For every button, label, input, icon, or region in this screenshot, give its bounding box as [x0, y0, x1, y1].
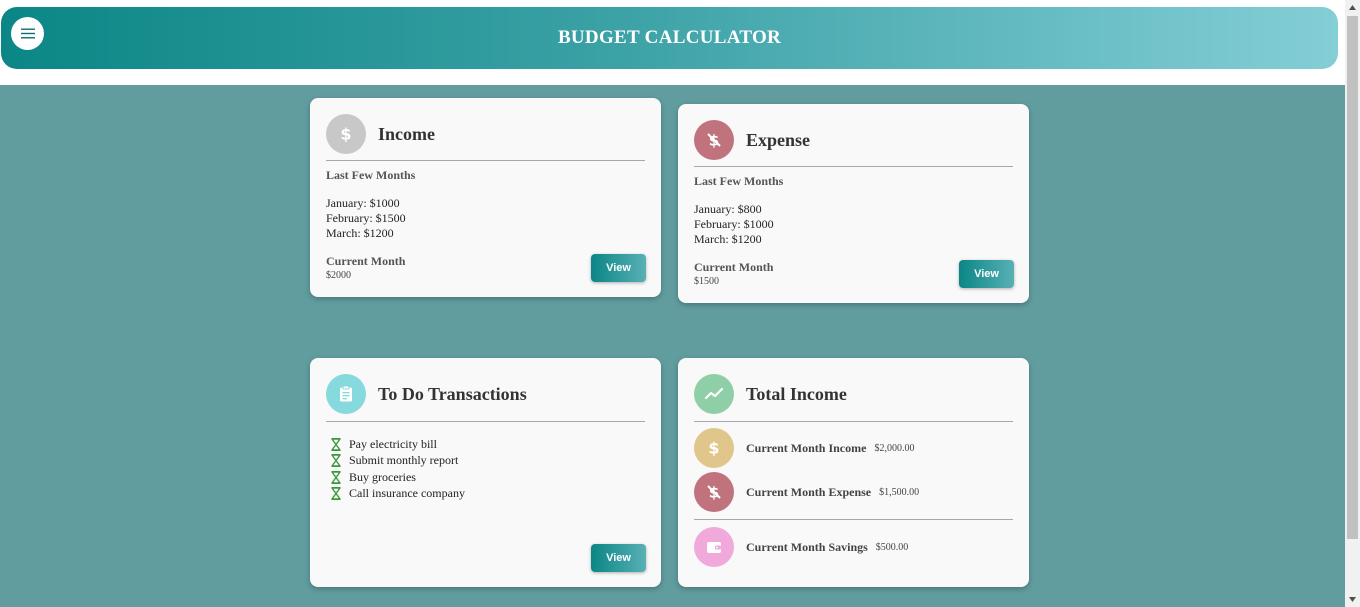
summary-value: $2,000.00 — [874, 442, 915, 454]
expense-current-value: $1500 — [694, 276, 719, 287]
todo-card-title: To Do Transactions — [378, 383, 527, 404]
summary-value: $500.00 — [875, 541, 909, 553]
hourglass-icon — [330, 437, 342, 451]
list-item: Submit monthly report — [330, 453, 465, 470]
income-current-label: Current Month — [326, 254, 406, 268]
scrollbar-thumb[interactable] — [1347, 16, 1358, 539]
expense-icon-badge: $ — [694, 120, 734, 160]
income-month-line: February: $1500 — [326, 211, 406, 225]
clipboard-icon — [340, 385, 352, 402]
expense-months: January: $800 February: $1000 March: $12… — [694, 202, 774, 247]
todo-item-label: Buy groceries — [349, 469, 416, 484]
savings-small-badge — [694, 527, 734, 567]
hourglass-icon — [330, 487, 342, 501]
expense-month-line: March: $1200 — [694, 232, 762, 246]
todo-item-label: Pay electricity bill — [349, 436, 437, 451]
expense-month-line: February: $1000 — [694, 217, 774, 231]
expense-card-title: Expense — [746, 129, 811, 150]
expense-small-badge: $ — [694, 472, 734, 512]
list-item: Pay electricity bill — [330, 436, 465, 453]
vertical-scrollbar[interactable] — [1345, 0, 1360, 607]
income-card-title: Income — [378, 123, 435, 144]
summary-label: Current Month Income — [746, 440, 867, 455]
dashboard-area: $ Income Last Few Months January: $1000 … — [0, 85, 1345, 607]
expense-subheading: Last Few Months — [694, 174, 784, 188]
divider — [694, 519, 1013, 520]
expense-card: $ Expense Last Few Months January: $800 … — [678, 104, 1029, 303]
divider — [694, 421, 1013, 422]
todo-card-header: To Do Transactions — [326, 374, 527, 414]
income-month-line: January: $1000 — [326, 196, 400, 210]
todo-item-label: Submit monthly report — [349, 453, 459, 468]
summary-row-expense: $ Current Month Expense $1,500.00 — [694, 472, 919, 512]
income-months: January: $1000 February: $1500 March: $1… — [326, 196, 406, 241]
summary-label: Current Month Savings — [746, 539, 868, 554]
wallet-icon — [707, 542, 721, 553]
income-view-button[interactable]: View — [591, 254, 646, 282]
money-off-icon: $ — [707, 132, 721, 150]
trending-up-icon — [704, 387, 724, 400]
income-current-value: $2000 — [326, 270, 351, 281]
scroll-down-arrow[interactable] — [1345, 592, 1360, 607]
expense-current-label: Current Month — [694, 260, 774, 274]
divider — [326, 160, 645, 161]
list-item: Call insurance company — [330, 486, 465, 503]
hourglass-icon — [330, 454, 342, 468]
summary-value: $1,500.00 — [879, 486, 920, 498]
income-subheading: Last Few Months — [326, 168, 416, 182]
scroll-up-arrow[interactable] — [1345, 0, 1360, 15]
hourglass-icon — [330, 470, 342, 484]
svg-text:$: $ — [340, 125, 351, 144]
summary-label: Current Month Expense — [746, 484, 872, 499]
summary-row-savings: Current Month Savings $500.00 — [694, 527, 908, 567]
page-title: BUDGET CALCULATOR — [557, 27, 782, 48]
todo-item-label: Call insurance company — [349, 486, 465, 501]
divider — [326, 421, 645, 422]
app-header: BUDGET CALCULATOR — [1, 7, 1338, 69]
income-month-line: March: $1200 — [326, 226, 394, 240]
list-item: Buy groceries — [330, 469, 465, 486]
total-card-header: Total Income — [694, 374, 847, 414]
svg-text:$: $ — [708, 439, 719, 458]
todo-card: To Do Transactions Pay electricity bill … — [310, 358, 661, 587]
divider — [694, 166, 1013, 167]
income-small-badge: $ — [694, 428, 734, 468]
dollar-icon: $ — [708, 439, 719, 458]
income-card: $ Income Last Few Months January: $1000 … — [310, 98, 661, 297]
income-card-header: $ Income — [326, 114, 435, 154]
todo-view-button[interactable]: View — [591, 544, 646, 572]
total-income-card: Total Income $ Current Month Income $2,0… — [678, 358, 1029, 587]
total-card-title: Total Income — [746, 383, 847, 404]
todo-icon-badge — [326, 374, 366, 414]
total-icon-badge — [694, 374, 734, 414]
dollar-icon: $ — [340, 125, 351, 144]
expense-card-header: $ Expense — [694, 120, 810, 160]
money-off-icon: $ — [707, 484, 721, 502]
expense-month-line: January: $800 — [694, 202, 762, 216]
expense-view-button[interactable]: View — [959, 260, 1014, 288]
summary-row-income: $ Current Month Income $2,000.00 — [694, 428, 914, 468]
todo-list: Pay electricity bill Submit monthly repo… — [330, 436, 465, 502]
income-icon-badge: $ — [326, 114, 366, 154]
